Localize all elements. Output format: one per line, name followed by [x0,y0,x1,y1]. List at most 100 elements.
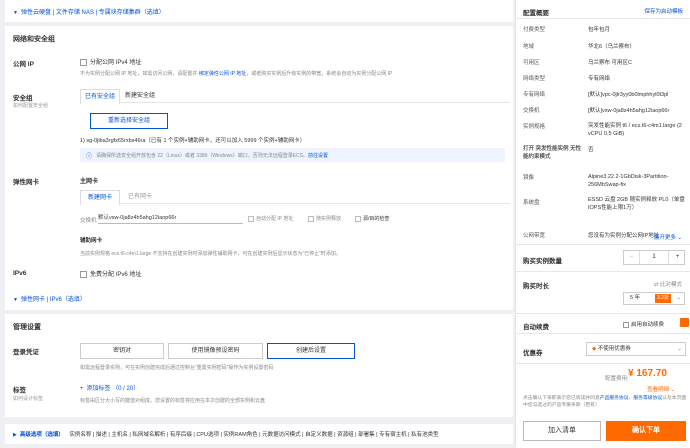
spec-key: 交换机 [523,108,540,114]
ipv6-checkbox[interactable]: 免费分配 IPv6 地址 [80,269,141,278]
storage-collapse-bar[interactable]: ▼ 弹性云硬盘 | 文件存储 NAS | 专属块存储集群（选填） [5,0,513,22]
opt-auto-ip: 自动分配 IP 地址 [248,215,293,222]
selected-security-group: 1) sg-0jiba3rgfx65rxbx46ra（已有 1 个实例+辅助网卡… [80,138,306,144]
spec-key: 打开 突发性能实例 无性能约束模式 [523,146,582,160]
tags-hint: 标签由区分大小写的键值对组成。您设置的标签将应用在本次创建的全部实例和云盘 [80,398,266,404]
tab-new-eni[interactable]: 新建网卡 [80,190,120,205]
advanced-options-items: 实例名称 | 描述 | 主机名 | 私网域名解析 | 有序后缀 | CPU选项 … [69,432,439,438]
aux-eni-hint: 当前实例规格 ecs.t6-c4m1.large 不支持在创建实例时添加弹性辅助… [80,251,341,257]
eni-ipv6-collapse[interactable]: ▼ 弹性网卡 | IPv6（选填） [13,294,86,303]
tab-existing-eni: 已有网卡 [127,194,152,200]
quantity-plus-button[interactable]: + [670,251,685,264]
duration-select[interactable]: 5 年 3.2折 ⌄ [623,292,685,305]
login-hint: 如需远程登录实例，可在实例创建完成后通过控制台“重置实例密码”操作为实例设置密码 [80,365,274,371]
tags-help-link[interactable]: 如何设计标签 [13,395,43,402]
spec-value: 否 [588,147,594,153]
coupon-select[interactable]: ◆ 不使用优惠券 ⌄ [586,342,686,356]
price-detail-link[interactable]: 查看明细 ⌄ [647,385,675,393]
confirm-order-button[interactable]: 确认下单 [606,421,686,441]
service-agreement-link[interactable]: 产品服务协议 [600,396,629,401]
duration-label: 购买时长 [523,283,549,290]
spec-key: 系统盘 [523,200,540,206]
tab-new-security-group[interactable]: 新建安全组 [120,89,160,104]
summary-panel: 配置概要 保存为启动模板 付费类型 包年包月 地域 华北6（乌兰察布） 可用区 … [515,0,690,448]
chevron-down-icon: ⌄ [677,346,682,352]
option-set-later[interactable]: 创建后设置 [267,343,355,359]
chevron-down-icon: ▼ [13,297,18,303]
storage-collapse-label: 弹性云硬盘 | 文件存储 NAS | 专属块存储集群（选填） [20,10,165,16]
chevron-down-icon: ⌄ [677,235,682,241]
spec-value: 包年包月 [588,27,611,33]
quantity-stepper[interactable]: − 1 + [623,250,685,265]
management-section: 管理设置 登录凭证 密钥对 使用镜像预设密码 创建后设置 如需远程登录实例，可在… [5,314,513,417]
management-section-title: 管理设置 [13,324,41,331]
public-ip-hint: 不为实例分配公网 IP 地址，如需访问公网，请配置并 绑定弹性公网 IP 地址，… [80,71,393,77]
add-tag-button[interactable]: + 添加标签 （0 / 20） [80,383,139,392]
chevron-down-icon: ▼ [13,10,18,16]
summary-title: 配置概要 [523,10,549,17]
spec-key: 实例规格 [523,124,546,130]
save-template-link[interactable]: 保存为启动模板 [644,7,683,15]
eni-label: 弹性网卡 [13,179,39,186]
quantity-minus-button[interactable]: − [624,251,639,264]
reselect-security-group-button[interactable]: 重新选择安全组 [90,113,168,129]
price-label: 配置费用: [605,376,629,382]
spec-value: Alpine3.22.2-1GbDisk-3Partition-256MbSwa… [588,174,669,188]
tags-label: 标签 [13,387,26,394]
add-to-cart-button[interactable]: 加入清单 [523,421,601,441]
advanced-options-label: 高级选项（选填） [19,432,64,438]
bind-eip-link[interactable]: 绑定弹性公网 IP 地址 [199,71,246,77]
promo-tag-icon [680,318,689,327]
login-credential-label: 登录凭证 [13,349,39,356]
spec-value: 专有网络 [588,76,611,82]
spec-key: 地域 [523,44,535,50]
chevron-right-icon: ▶ [13,432,17,438]
ipv6-label: IPv6 [13,270,27,277]
tab-existing-security-group[interactable]: 已有安全组 [80,89,120,104]
auto-renew-label: 自动续费 [523,324,549,331]
spec-key: 网络类型 [523,76,546,82]
spec-value: 突发性能实例 t6 / ecs.t6-c4m1.large (2 vCPU 0.… [588,123,682,137]
vswitch-label: 交换机 [80,218,97,224]
chevron-down-icon: ⌄ [670,387,676,393]
aux-eni-title: 辅助网卡 [80,238,103,244]
public-ip-label: 公网 IP [13,61,34,68]
coupon-label: 优惠券 [523,350,543,357]
agreement-text: 点击确认下单即表示您已阅读并同意产品服务协议、服务等级协议以及本页面中您勾选过的… [523,396,687,408]
spec-value: [默认]vsw-0ja8z4h5ahg12iaop66r [588,108,670,114]
opt-release-with-instance: 随实例释放 [308,215,341,222]
option-image-password[interactable]: 使用镜像预设密码 [168,343,263,359]
spec-key: 镜像 [523,175,535,181]
spec-key: 专有网络 [523,92,546,98]
option-keypair[interactable]: 密钥对 [80,343,164,359]
sla-link[interactable]: 服务等级协议 [633,396,662,401]
spec-value: [默认]vpc-0jlr3yy0b0lmphhyl0t3pl [588,92,669,98]
vswitch-field[interactable]: 默认vsw-0ja8z4h5ahg12iaop66r [98,213,243,224]
spec-key: 付费类型 [523,27,546,33]
spec-key: 公网带宽 [523,233,546,239]
total-price: ¥ 167.70 [628,368,667,379]
primary-eni-title: 主网卡 [80,179,99,185]
security-group-label: 安全组 [13,95,33,102]
spec-value: 华北6（乌兰察布） [588,44,636,50]
public-ip-checkbox[interactable]: 分配公网 IPv4 地址 [80,57,141,66]
info-icon: ⓘ [86,154,93,160]
go-settings-link[interactable]: 前往设置 [308,153,328,159]
quantity-value[interactable]: 1 [639,251,669,264]
view-more-link[interactable]: 展开更多 ⌄ [654,233,682,241]
security-group-help-link[interactable]: 如何配置安全组 [13,102,48,109]
auto-renew-checkbox[interactable]: 启用自动续费 [623,320,664,328]
quantity-label: 购买实例数量 [523,258,562,265]
spec-value: ESSD 云盘 2GB 随实例释放 PL0（单盘IOPS性能上限1万） [588,197,685,211]
opt-source-dest-check[interactable]: 源/目的检查 [355,215,389,222]
advanced-options-bar[interactable]: ▶ 高级选项（选填） 实例名称 | 描述 | 主机名 | 私网域名解析 | 有序后… [5,424,513,444]
chevron-down-icon: ⌄ [676,295,681,301]
spec-key: 可用区 [523,60,540,66]
security-group-info-banner: ⓘ 请确保所选安全组开放包含 22（Linux）或者 3389（Windows）… [80,148,505,162]
plus-icon: + [80,386,84,392]
discount-badge: 3.2折 [655,294,671,303]
spec-value: 乌兰察布 可用区C [588,60,633,66]
network-section-title: 网络和安全组 [13,36,55,43]
compare-mode-toggle[interactable]: ⇄ 比对模式 [654,280,682,288]
network-section: 网络和安全组 公网 IP 分配公网 IPv4 地址 不为实例分配公网 IP 地址… [5,26,513,310]
